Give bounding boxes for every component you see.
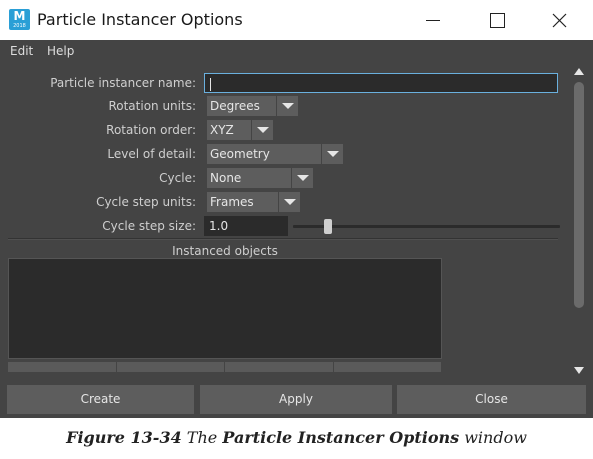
chevron-down-icon <box>321 144 343 164</box>
scroll-up-arrow-icon[interactable] <box>574 68 584 75</box>
maximize-button[interactable] <box>482 8 512 32</box>
row-particle-instancer-name: Particle instancer name: <box>8 73 568 93</box>
title-bar: M 2018 Particle Instancer Options <box>0 0 593 40</box>
caption-bold: Particle Instancer Options <box>222 428 460 447</box>
cycle-dropdown[interactable]: None <box>207 168 313 188</box>
figure-caption: Figure 13-34 The Particle Instancer Opti… <box>0 428 593 447</box>
scroll-down-arrow-icon[interactable] <box>574 367 584 374</box>
maya-app-icon: M 2018 <box>9 9 30 30</box>
chevron-down-icon <box>276 96 298 116</box>
text-caret <box>210 78 211 91</box>
cycle-step-size-value: 1.0 <box>209 219 229 233</box>
row-cycle: Cycle: None <box>8 168 568 188</box>
level-of-detail-label: Level of detail: <box>107 147 196 161</box>
instanced-objects-title: Instanced objects <box>172 244 278 258</box>
app-icon-letter: M <box>13 9 26 23</box>
close-button[interactable]: Close <box>397 385 586 414</box>
cycle-value: None <box>210 171 242 185</box>
rotation-units-value: Degrees <box>210 99 260 113</box>
list-footer-cell <box>116 362 224 372</box>
chevron-down-icon <box>251 120 273 140</box>
rotation-order-label: Rotation order: <box>106 123 196 137</box>
menu-bar: Edit Help <box>0 40 593 62</box>
slider-handle[interactable] <box>324 219 332 234</box>
row-cycle-step-size: Cycle step size: 1.0 <box>8 216 568 236</box>
chevron-down-icon <box>291 168 313 188</box>
close-window-button[interactable] <box>545 8 575 32</box>
instanced-objects-list-footer <box>8 362 442 372</box>
close-icon <box>552 13 567 28</box>
cycle-step-size-slider[interactable] <box>293 219 560 234</box>
cycle-step-units-value: Frames <box>210 195 254 209</box>
list-footer-cell <box>8 362 116 372</box>
apply-button[interactable]: Apply <box>200 385 392 414</box>
level-of-detail-dropdown[interactable]: Geometry <box>207 144 343 164</box>
options-panel: Particle instancer name: Rotation units:… <box>0 62 593 380</box>
list-footer-cell <box>225 362 333 372</box>
figure-number: Figure 13-34 <box>66 428 182 447</box>
chevron-down-icon <box>278 192 300 212</box>
level-of-detail-value: Geometry <box>210 147 270 161</box>
cycle-step-size-label: Cycle step size: <box>102 219 196 233</box>
minimize-button[interactable] <box>418 8 448 32</box>
rotation-units-label: Rotation units: <box>108 99 196 113</box>
scroll-thumb[interactable] <box>574 82 584 308</box>
create-button[interactable]: Create <box>7 385 194 414</box>
particle-instancer-name-label: Particle instancer name: <box>50 76 196 90</box>
instanced-objects-list[interactable] <box>8 258 442 359</box>
list-footer-cell <box>333 362 441 372</box>
caption-pre: The <box>186 428 218 447</box>
caption-post: window <box>464 428 527 447</box>
row-rotation-order: Rotation order: XYZ <box>8 120 568 140</box>
rotation-order-value: XYZ <box>210 123 234 137</box>
vertical-scrollbar[interactable] <box>573 66 585 376</box>
app-icon-sub: 2018 <box>13 23 26 29</box>
menu-help[interactable]: Help <box>47 44 74 58</box>
row-cycle-step-units: Cycle step units: Frames <box>8 192 568 212</box>
rotation-units-dropdown[interactable]: Degrees <box>207 96 298 116</box>
particle-instancer-name-input[interactable] <box>204 73 558 93</box>
cycle-step-units-dropdown[interactable]: Frames <box>207 192 300 212</box>
section-divider-highlight <box>8 239 558 240</box>
cycle-step-size-input[interactable]: 1.0 <box>204 216 288 236</box>
cycle-step-units-label: Cycle step units: <box>96 195 196 209</box>
row-level-of-detail: Level of detail: Geometry <box>8 144 568 164</box>
row-rotation-units: Rotation units: Degrees <box>8 96 568 116</box>
window-title: Particle Instancer Options <box>37 10 243 29</box>
rotation-order-dropdown[interactable]: XYZ <box>207 120 273 140</box>
menu-edit[interactable]: Edit <box>10 44 33 58</box>
cycle-label: Cycle: <box>159 171 196 185</box>
button-bar: Create Apply Close <box>0 380 593 418</box>
